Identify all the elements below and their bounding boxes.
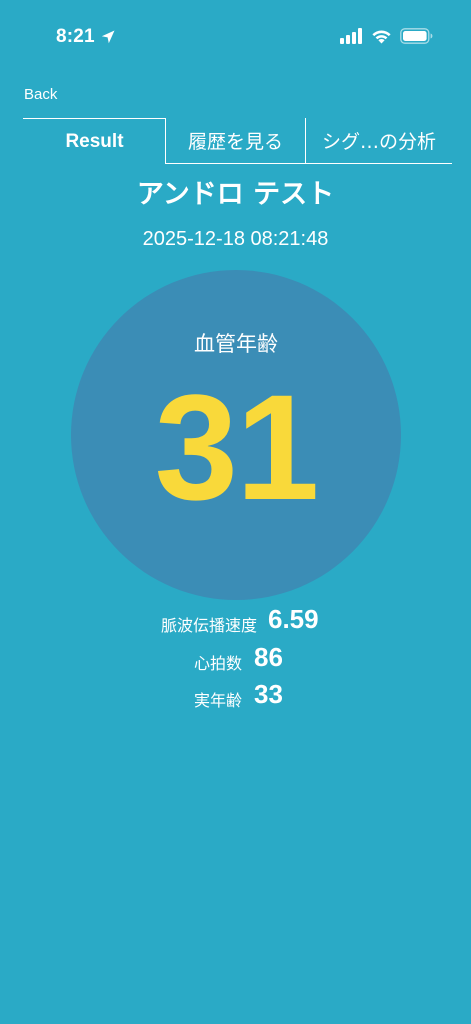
heart-rate-value: 86: [254, 642, 283, 672]
back-button[interactable]: Back: [24, 86, 57, 103]
actual-age-label: 実年齢: [193, 691, 242, 710]
actual-age-value: 33: [254, 679, 283, 709]
pulse-wave-velocity-value: 6.59: [268, 604, 319, 634]
metric-row-heart-rate: 心拍数 86: [0, 642, 471, 680]
tab-history[interactable]: 履歴を見る: [165, 118, 306, 164]
tab-signal-analysis[interactable]: シグ…の分析: [306, 118, 452, 164]
status-time: 8:21: [56, 26, 95, 47]
location-arrow-icon: [101, 30, 115, 44]
metric-row-pwv: 脈波伝播速度 6.59: [0, 604, 471, 642]
heart-rate-label: 心拍数: [193, 654, 242, 673]
vascular-age-label: 血管年齢: [194, 332, 278, 356]
metric-row-actual-age: 実年齢 33: [0, 679, 471, 717]
vascular-age-value: 31: [154, 363, 320, 531]
battery-icon: [400, 28, 433, 44]
wifi-icon: [372, 30, 391, 44]
status-icons: [340, 28, 433, 44]
pulse-wave-velocity-label: 脈波伝播速度: [160, 616, 257, 635]
measurement-timestamp: 2025-12-18 08:21:48: [142, 228, 329, 250]
tab-bar: Result 履歴を見る シグ…の分析: [23, 118, 452, 164]
tab-result[interactable]: Result: [23, 118, 166, 164]
page-title: アンドロ テスト: [136, 179, 335, 210]
status-bar: 8:21: [0, 0, 471, 70]
cellular-signal-icon: [340, 28, 362, 44]
status-time-group: 8:21: [56, 26, 116, 48]
vascular-age-circle: 血管年齢 31: [71, 270, 401, 600]
